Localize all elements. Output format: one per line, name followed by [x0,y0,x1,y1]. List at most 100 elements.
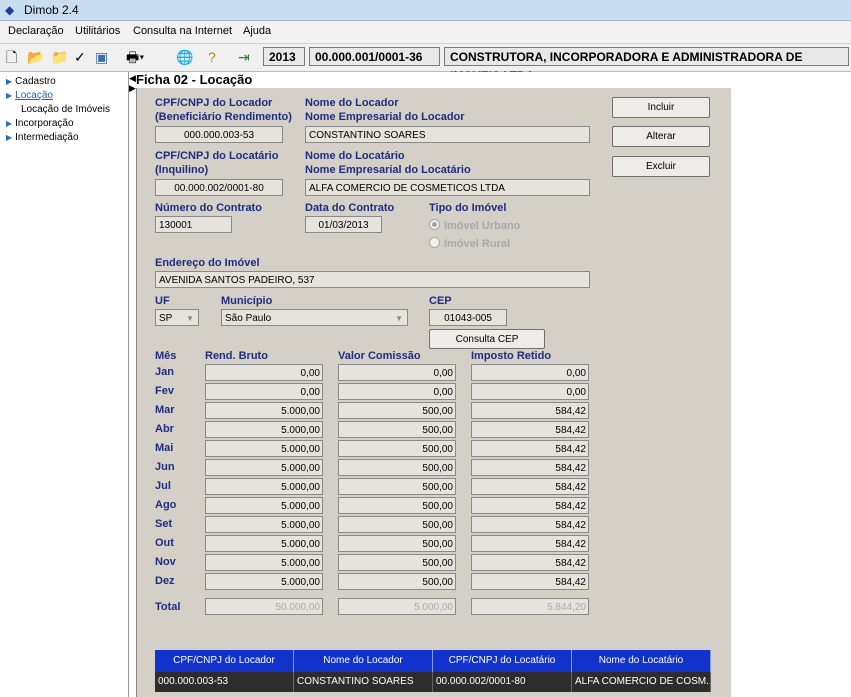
grid-cell-nome-locatario[interactable]: ALFA COMERCIO DE COSM... [572,672,711,692]
comissao-field[interactable]: 500,00 [338,478,456,495]
radio-imovel-rural[interactable]: Imóvel Rural [429,236,510,250]
imposto-field[interactable]: 584,42 [471,459,589,476]
window-title: Dimob 2.4 [24,3,79,17]
tree-item-incorporacao[interactable]: ▶ Incorporação [6,118,74,129]
import-icon[interactable]: 📁 [51,49,68,65]
imposto-field[interactable]: 584,42 [471,554,589,571]
globe-icon[interactable]: 🌐 [176,49,193,65]
grid-header-nome-locatario[interactable]: Nome do Locatário [572,650,711,672]
cpf-locador-field[interactable]: 000.000.003-53 [155,126,283,143]
tree-item-locacao-imoveis[interactable]: Locação de Imóveis [21,104,110,115]
radio-label: Imóvel Rural [444,238,511,250]
cnpj-box: 00.000.001/0001-36 [309,47,440,66]
imposto-field[interactable]: 584,42 [471,421,589,438]
tree-item-cadastro[interactable]: ▶ Cadastro [6,76,56,87]
rend-bruto-field[interactable]: 5.000,00 [205,497,323,514]
rend-bruto-field[interactable]: 5.000,00 [205,516,323,533]
company-box: CONSTRUTORA, INCORPORADORA E ADMINISTRAD… [444,47,849,83]
comissao-field[interactable]: 500,00 [338,535,456,552]
rend-bruto-field[interactable]: 5.000,00 [205,459,323,476]
municipio-select[interactable]: São Paulo ▼ [221,309,408,326]
menu-declaracao[interactable]: Declaração [8,25,64,37]
menu-consulta-internet[interactable]: Consulta na Internet [133,25,232,37]
expand-arrow-icon: ▶ [6,119,13,128]
tree-item-intermediacao[interactable]: ▶ Intermediação [6,132,79,143]
help-icon[interactable]: ? [208,49,216,65]
grid-header-cpf-locador[interactable]: CPF/CNPJ do Locador [155,650,294,672]
rend-bruto-field[interactable]: 5.000,00 [205,554,323,571]
imposto-field[interactable]: 584,42 [471,535,589,552]
comissao-field[interactable]: 500,00 [338,459,456,476]
nome-locador-sublabel: Nome Empresarial do Locador [305,111,465,123]
comissao-field[interactable]: 0,00 [338,364,456,381]
numero-contrato-field[interactable]: 130001 [155,216,232,233]
tree-label: Intermediação [15,132,79,143]
exit-icon[interactable]: ⇥ [238,49,250,65]
municipio-label: Município [221,295,273,307]
cep-field[interactable]: 01043-005 [429,309,507,326]
rend-bruto-field[interactable]: 5.000,00 [205,421,323,438]
comissao-field[interactable]: 500,00 [338,402,456,419]
month-label: Mai [155,442,174,454]
radio-selected-icon [429,219,440,230]
imposto-field[interactable]: 584,42 [471,497,589,514]
menu-ajuda[interactable]: Ajuda [243,25,271,37]
uf-select[interactable]: SP ▼ [155,309,199,326]
month-label: Dez [155,575,175,587]
menu-utilitarios[interactable]: Utilitários [75,25,120,37]
excluir-button[interactable]: Excluir [612,156,710,177]
imposto-field[interactable]: 584,42 [471,516,589,533]
rend-bruto-field[interactable]: 5.000,00 [205,535,323,552]
grid-header-nome-locador[interactable]: Nome do Locador [294,650,433,672]
consulta-cep-button[interactable]: Consulta CEP [429,329,545,349]
imposto-field[interactable]: 584,42 [471,402,589,419]
incluir-button[interactable]: Incluir [612,97,710,118]
endereco-label: Endereço do Imóvel [155,257,260,269]
imposto-field[interactable]: 584,42 [471,440,589,457]
new-file-icon[interactable]: 🗋 [6,49,17,65]
rend-bruto-field[interactable]: 5.000,00 [205,402,323,419]
comissao-field[interactable]: 500,00 [338,421,456,438]
radio-imovel-urbano[interactable]: Imóvel Urbano [429,218,520,232]
expand-arrow-icon: ▶ [6,77,13,86]
grid-cell-nome-locador[interactable]: CONSTANTINO SOARES [294,672,433,692]
comissao-field[interactable]: 500,00 [338,516,456,533]
comissao-field[interactable]: 500,00 [338,573,456,590]
rend-bruto-field[interactable]: 0,00 [205,364,323,381]
tree-item-locacao[interactable]: ▶ Locação [6,90,53,101]
data-contrato-field[interactable]: 01/03/2013 [305,216,382,233]
nome-locatario-field[interactable]: ALFA COMERCIO DE COSMETICOS LTDA [305,179,590,196]
month-label: Out [155,537,174,549]
imposto-field[interactable]: 0,00 [471,364,589,381]
save-icon[interactable]: ▣ [95,49,108,65]
imposto-field[interactable]: 584,42 [471,573,589,590]
rend-bruto-field[interactable]: 5.000,00 [205,573,323,590]
collapse-arrow-icon[interactable]: ◀ ▶ [129,73,136,93]
endereco-field[interactable]: AVENIDA SANTOS PADEIRO, 537 [155,271,590,288]
month-label: Mar [155,404,175,416]
alterar-button[interactable]: Alterar [612,126,710,147]
tipo-imovel-label: Tipo do Imóvel [429,202,507,214]
comissao-field[interactable]: 500,00 [338,554,456,571]
navigation-tree [0,72,129,697]
imposto-field[interactable]: 0,00 [471,383,589,400]
expand-arrow-icon: ▶ [6,91,13,100]
rend-bruto-field[interactable]: 0,00 [205,383,323,400]
comissao-field[interactable]: 500,00 [338,497,456,514]
rend-bruto-field[interactable]: 5.000,00 [205,478,323,495]
chevron-down-icon: ▼ [186,314,194,323]
imposto-field[interactable]: 584,42 [471,478,589,495]
grid-header-cpf-locatario[interactable]: CPF/CNPJ do Locatário [433,650,572,672]
print-icon[interactable]: 🖶▾ [126,49,144,65]
toolbar: 🗋 📂 📁 ✓ ▣ 🖶▾ 🌐 ? ⇥ 2013 00.000.001/0001-… [0,44,851,83]
uf-value: SP [159,313,173,324]
rend-bruto-field[interactable]: 5.000,00 [205,440,323,457]
open-folder-icon[interactable]: 📂 [27,49,44,65]
check-icon[interactable]: ✓ [74,49,86,65]
grid-cell-cpf-locador[interactable]: 000.000.003-53 [155,672,294,692]
comissao-field[interactable]: 0,00 [338,383,456,400]
cpf-locatario-field[interactable]: 00.000.002/0001-80 [155,179,283,196]
comissao-field[interactable]: 500,00 [338,440,456,457]
grid-cell-cpf-locatario[interactable]: 00.000.002/0001-80 [433,672,572,692]
nome-locador-field[interactable]: CONSTANTINO SOARES [305,126,590,143]
